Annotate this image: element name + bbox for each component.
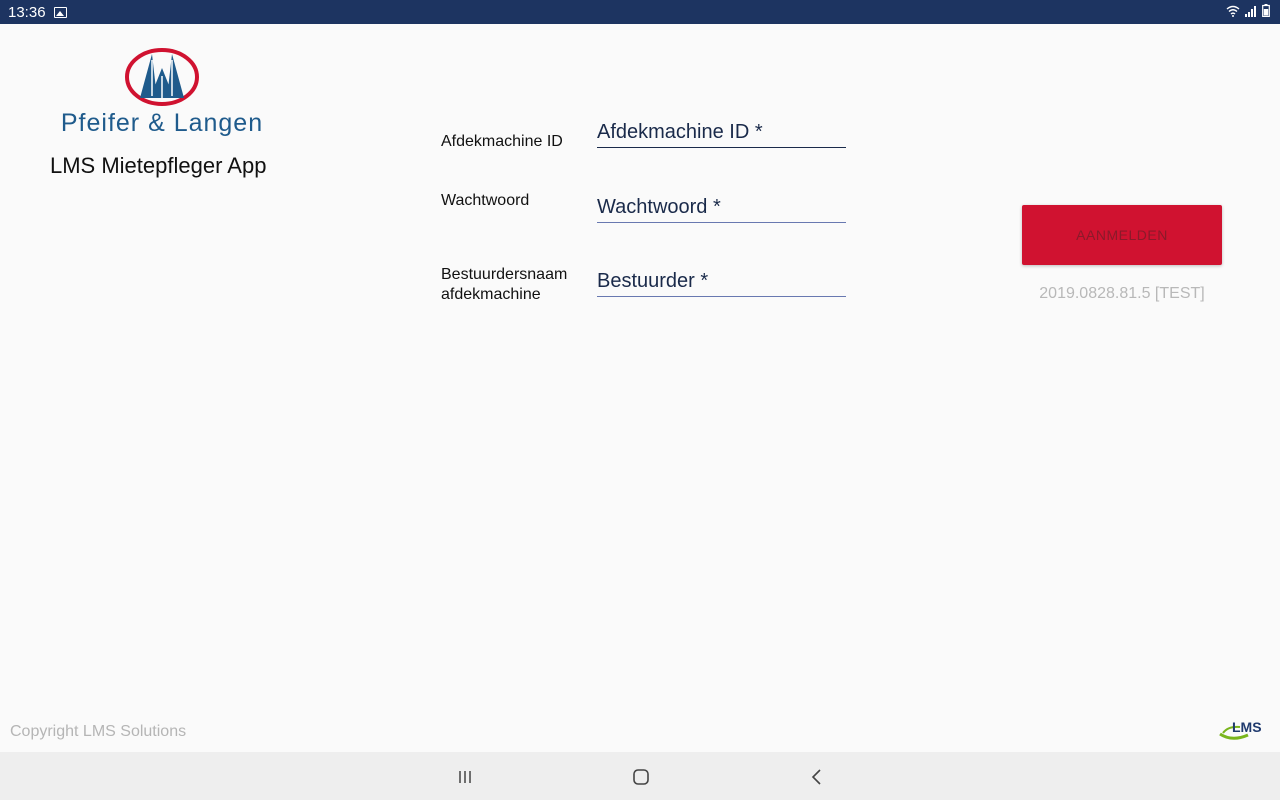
bestuurdersnaam-label: Bestuurdersnaam afdekmachine — [441, 266, 568, 303]
app-title: LMS Mietepfleger App — [50, 153, 267, 178]
wachtwoord-input[interactable] — [597, 192, 846, 223]
status-icons — [1226, 4, 1270, 17]
signal-icon — [1245, 5, 1256, 17]
aanmelden-button[interactable]: AANMELDEN — [1022, 205, 1222, 265]
wifi-icon — [1226, 5, 1240, 17]
image-icon — [53, 6, 67, 18]
home-icon[interactable] — [630, 766, 652, 788]
recents-icon[interactable] — [454, 766, 476, 788]
lms-logo-text: LMS — [1232, 719, 1262, 735]
bestuurder-input[interactable] — [597, 266, 846, 297]
status-time: 13:36 — [8, 3, 46, 21]
wachtwoord-label: Wachtwoord — [441, 192, 530, 209]
version-label: 2019.0828.81.5 [TEST] — [1039, 285, 1205, 302]
status-bar: 13:36 — [0, 0, 1280, 24]
battery-icon — [1262, 4, 1270, 17]
company-logo: Pfeifer & Langen — [60, 46, 264, 138]
afdekmachine-id-input[interactable] — [597, 117, 846, 148]
navigation-bar — [0, 752, 1280, 800]
cathedral-emblem-icon — [125, 48, 199, 106]
afdekmachine-id-label: Afdekmachine ID — [441, 133, 563, 150]
company-name: Pfeifer & Langen — [60, 109, 264, 137]
back-icon[interactable] — [806, 766, 828, 788]
lms-swoosh-icon: LMS — [1219, 719, 1262, 740]
copyright-text: Copyright LMS Solutions — [10, 723, 187, 740]
lms-logo: LMS — [1218, 718, 1272, 747]
